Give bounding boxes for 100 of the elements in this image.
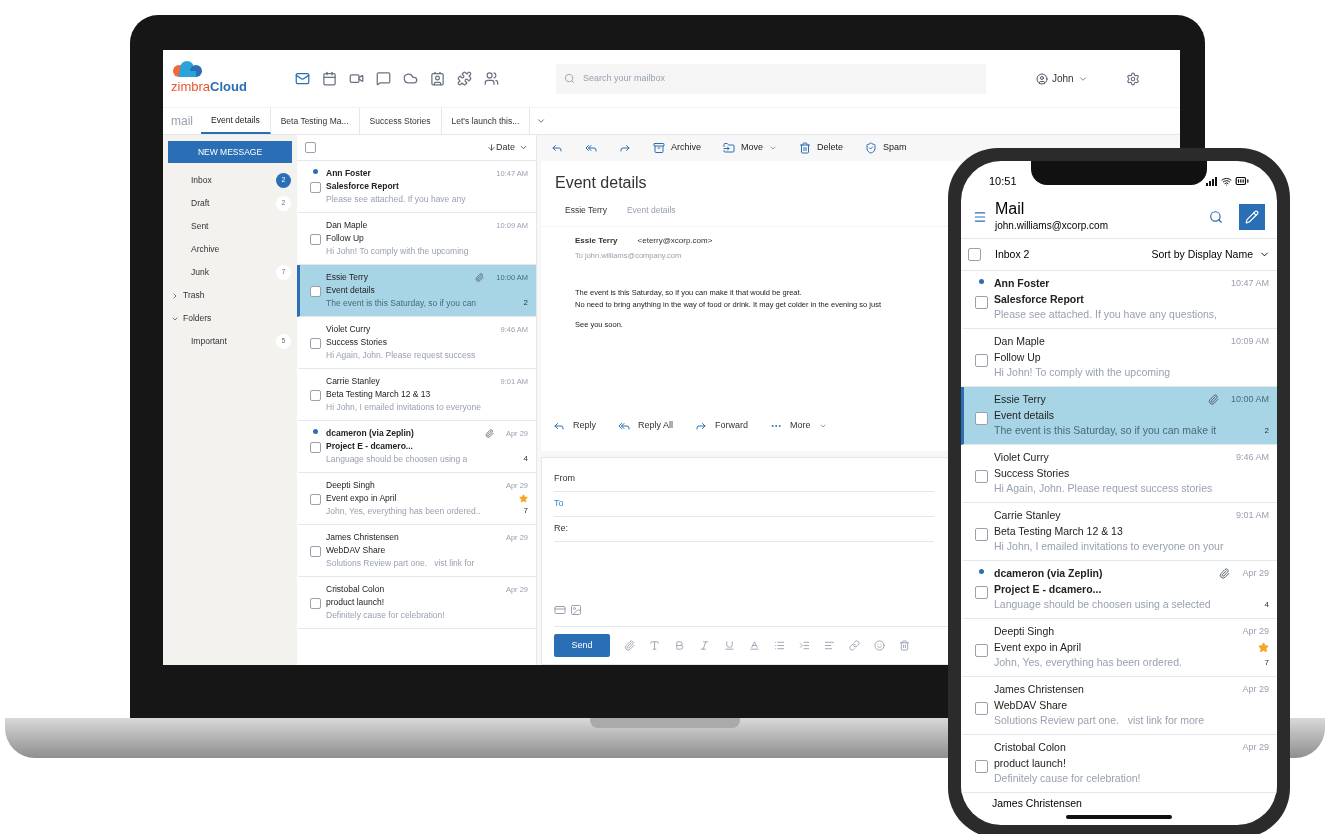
- sort-label[interactable]: Sort by Display Name: [1151, 246, 1253, 263]
- text-color-icon[interactable]: [749, 640, 760, 651]
- paperclip-icon[interactable]: [624, 640, 635, 651]
- checkbox[interactable]: [309, 338, 321, 349]
- checkbox[interactable]: [974, 354, 988, 367]
- sender-name: Essie Terry: [326, 271, 368, 285]
- checkbox[interactable]: [309, 546, 321, 557]
- checkbox[interactable]: [309, 598, 321, 609]
- message-preview: Please see attached. If you have any: [326, 192, 466, 206]
- checkbox[interactable]: [974, 586, 988, 599]
- search-icon[interactable]: [1209, 209, 1223, 224]
- toolbar-button[interactable]: Delete: [795, 141, 848, 155]
- image-icon[interactable]: [570, 604, 582, 616]
- compose-button[interactable]: [1239, 203, 1265, 230]
- checkbox[interactable]: [305, 142, 316, 153]
- folder-item[interactable]: Sent: [163, 215, 297, 238]
- checkbox[interactable]: [974, 412, 988, 425]
- from-field[interactable]: From: [554, 466, 934, 492]
- toolbar-button[interactable]: Spam: [861, 141, 911, 155]
- thread-count: 2: [1263, 425, 1269, 438]
- checkbox[interactable]: [309, 442, 321, 453]
- tab[interactable]: Let's launch this...: [441, 108, 531, 134]
- thread-count: 2: [522, 297, 528, 310]
- checkbox[interactable]: [974, 528, 988, 541]
- message-time: 10:09 AM: [1230, 335, 1269, 348]
- italic-icon[interactable]: [699, 640, 710, 651]
- checkbox[interactable]: [974, 470, 988, 483]
- contact-card-icon[interactable]: [430, 71, 445, 86]
- trash-icon[interactable]: [899, 640, 910, 651]
- align-left-icon[interactable]: [824, 640, 835, 651]
- message-subject: Success Stories: [994, 465, 1070, 481]
- calendar-icon[interactable]: [322, 71, 337, 86]
- underline-icon[interactable]: [724, 640, 735, 651]
- folder-item[interactable]: Folders: [163, 307, 297, 330]
- toolbar-button[interactable]: Archive: [649, 141, 705, 155]
- checkbox[interactable]: [309, 494, 321, 505]
- user-name[interactable]: John: [1052, 71, 1074, 86]
- sender-name: dcameron (via Zeplin): [994, 565, 1103, 581]
- text-size-icon[interactable]: [649, 640, 660, 651]
- smiley-icon[interactable]: [874, 640, 885, 651]
- checkbox[interactable]: [974, 702, 988, 715]
- mail-icon[interactable]: [295, 71, 310, 86]
- from-name: Essie Terry: [575, 235, 618, 247]
- star-icon[interactable]: [519, 494, 528, 503]
- sender-name: Ann Foster: [326, 167, 371, 181]
- card-icon[interactable]: [554, 604, 566, 616]
- toolbar-button[interactable]: Move: [719, 141, 782, 155]
- sender-name: Cristobal Colon: [994, 739, 1066, 755]
- wifi-icon: [1221, 175, 1232, 187]
- list-icon[interactable]: [774, 640, 785, 651]
- to-field[interactable]: To: [554, 492, 934, 517]
- bold-icon[interactable]: [674, 640, 685, 651]
- star-icon[interactable]: [1258, 642, 1269, 653]
- tab[interactable]: Beta Testing Ma...: [270, 108, 360, 134]
- checkbox[interactable]: [974, 296, 988, 309]
- message-action-button[interactable]: Reply All: [618, 419, 674, 433]
- link-icon[interactable]: [849, 640, 860, 651]
- menu-icon[interactable]: [973, 209, 987, 224]
- cloud-icon[interactable]: [403, 71, 418, 86]
- tab[interactable]: Success Stories: [359, 108, 442, 134]
- checkbox[interactable]: [309, 286, 321, 297]
- people-icon[interactable]: [484, 71, 499, 86]
- message-action-button[interactable]: Reply: [553, 419, 596, 433]
- new-message-button[interactable]: NEW MESSAGE: [168, 141, 292, 163]
- checkbox[interactable]: [309, 234, 321, 245]
- caret-icon[interactable]: [519, 143, 528, 152]
- sender-name: Deepti Singh: [326, 479, 375, 493]
- checkbox[interactable]: [309, 390, 321, 401]
- message-row[interactable]: Essie Terry 10:00 AM Event details The event is this Saturday, so if you can make it 2: [961, 387, 1277, 445]
- sender-name: Essie Terry: [994, 391, 1046, 407]
- search-field[interactable]: Search your mailbox: [556, 63, 986, 94]
- folder-item[interactable]: Trash: [163, 284, 297, 307]
- puzzle-icon[interactable]: [457, 71, 472, 86]
- collapsed-caret-icon[interactable]: [171, 291, 179, 300]
- checkbox[interactable]: [974, 644, 988, 657]
- message-preview: Hi Again, John. Please request success stories: [994, 481, 1213, 497]
- tabs-caret-icon[interactable]: [536, 116, 547, 126]
- checkbox[interactable]: [974, 760, 988, 773]
- settings-icon[interactable]: [1126, 71, 1140, 86]
- message-subject: Salesforce Report: [994, 291, 1084, 307]
- checkbox[interactable]: [968, 248, 981, 261]
- message-subject: Event expo in April: [994, 639, 1081, 655]
- message-action-button[interactable]: More: [770, 419, 827, 433]
- indent-icon[interactable]: [799, 640, 810, 651]
- folder-item[interactable]: Archive: [163, 238, 297, 261]
- sort-label[interactable]: Date: [496, 140, 515, 155]
- send-button[interactable]: Send: [554, 634, 610, 657]
- sender-name: dcameron (via Zeplin): [326, 427, 414, 441]
- caret-icon: [818, 422, 827, 430]
- sort-arrow-icon[interactable]: [487, 143, 496, 152]
- folder-name: Important: [191, 335, 227, 348]
- video-camera-icon[interactable]: [349, 71, 364, 86]
- subject-field[interactable]: Re:: [554, 517, 934, 542]
- user-icon[interactable]: [1036, 72, 1048, 85]
- cloud-logo-icon: [171, 60, 205, 77]
- checkbox[interactable]: [309, 182, 321, 193]
- message-action-button[interactable]: Forward: [695, 419, 749, 433]
- shield-icon: [865, 142, 878, 154]
- search-input[interactable]: Search your mailbox: [583, 71, 978, 86]
- chat-icon[interactable]: [376, 71, 391, 86]
